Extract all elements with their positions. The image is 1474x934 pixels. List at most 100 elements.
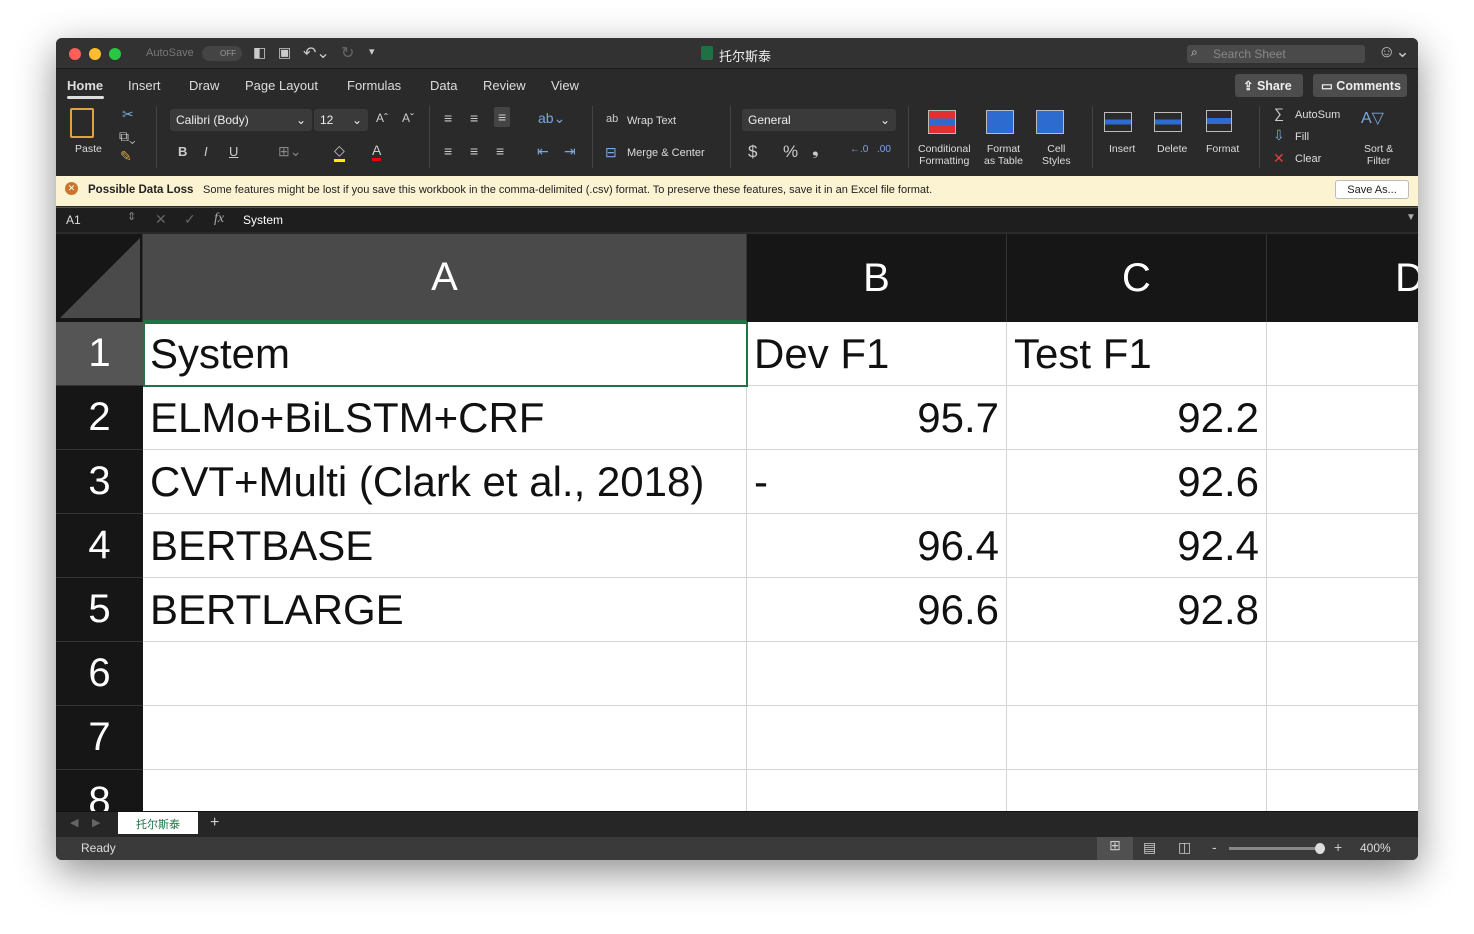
autosave-toggle[interactable]: OFF bbox=[202, 46, 242, 61]
row-header-6[interactable]: 6 bbox=[56, 642, 143, 706]
row-header-8[interactable]: 8 bbox=[56, 770, 143, 811]
tab-formulas[interactable]: Formulas bbox=[347, 78, 401, 93]
insert-cells-icon[interactable] bbox=[1104, 112, 1132, 132]
row-header-3[interactable]: 3 bbox=[56, 450, 143, 514]
tab-page-layout[interactable]: Page Layout bbox=[245, 78, 318, 93]
increase-indent-icon[interactable]: ⇥ bbox=[564, 143, 576, 160]
cell-c3[interactable]: 92.6 bbox=[1007, 450, 1267, 514]
zoom-level[interactable]: 400% bbox=[1360, 841, 1391, 855]
cell-b4[interactable]: 96.4 bbox=[747, 514, 1007, 578]
cell-d1[interactable] bbox=[1267, 322, 1418, 386]
bold-button[interactable]: B bbox=[178, 144, 187, 159]
cell-styles-button[interactable]: Cell Styles bbox=[1042, 143, 1071, 167]
font-name-select[interactable]: Calibri (Body) ⌄ bbox=[170, 109, 312, 131]
cell-c7[interactable] bbox=[1007, 706, 1267, 770]
save-icon[interactable]: ▣ bbox=[278, 44, 291, 61]
cell-a6[interactable] bbox=[143, 642, 747, 706]
align-center-icon[interactable]: ≡ bbox=[470, 143, 478, 159]
column-header-c[interactable]: C bbox=[1007, 234, 1267, 322]
zoom-button[interactable] bbox=[109, 48, 121, 60]
font-size-select[interactable]: 12 ⌄ bbox=[314, 109, 368, 131]
font-color-icon[interactable]: A bbox=[372, 142, 382, 161]
underline-button[interactable]: U bbox=[229, 144, 238, 159]
minimize-button[interactable] bbox=[89, 48, 101, 60]
search-sheet-input[interactable]: ⌕ Search Sheet bbox=[1187, 45, 1365, 63]
italic-button[interactable]: I bbox=[204, 144, 208, 159]
next-sheet-icon[interactable]: ▶ bbox=[92, 816, 100, 829]
sheet-tab-active[interactable]: 托尔斯泰 bbox=[118, 812, 198, 834]
name-box[interactable]: A1 bbox=[66, 213, 81, 227]
sidebar-icon[interactable]: ◧ bbox=[253, 44, 266, 61]
prev-sheet-icon[interactable]: ◀ bbox=[70, 816, 78, 829]
cell-d5[interactable] bbox=[1267, 578, 1418, 642]
cell-b7[interactable] bbox=[747, 706, 1007, 770]
cell-d7[interactable] bbox=[1267, 706, 1418, 770]
sort-filter-icon[interactable]: A▽ bbox=[1361, 108, 1384, 128]
zoom-slider[interactable] bbox=[1229, 843, 1325, 854]
align-top-icon[interactable]: ≡ bbox=[444, 110, 452, 126]
select-all-button[interactable] bbox=[56, 234, 143, 322]
formula-input[interactable]: System bbox=[243, 213, 283, 227]
column-header-d[interactable]: D bbox=[1267, 234, 1418, 322]
close-button[interactable] bbox=[69, 48, 81, 60]
conditional-formatting-button[interactable]: Conditional Formatting bbox=[918, 143, 971, 167]
cell-a2[interactable]: ELMo+BiLSTM+CRF bbox=[143, 386, 747, 450]
fill-button[interactable]: Fill bbox=[1295, 131, 1309, 143]
cell-b5[interactable]: 96.6 bbox=[747, 578, 1007, 642]
row-header-1[interactable]: 1 bbox=[56, 322, 143, 386]
cell-b8[interactable] bbox=[747, 770, 1007, 811]
format-painter-icon[interactable]: ✎ bbox=[120, 148, 132, 165]
cell-a7[interactable] bbox=[143, 706, 747, 770]
cell-c2[interactable]: 92.2 bbox=[1007, 386, 1267, 450]
row-header-2[interactable]: 2 bbox=[56, 386, 143, 450]
enter-icon[interactable]: ✓ bbox=[184, 211, 196, 228]
fill-color-icon[interactable]: ◇ bbox=[334, 142, 345, 162]
sort-filter-button[interactable]: Sort & Filter bbox=[1364, 143, 1393, 167]
decrease-font-icon[interactable]: Aˇ bbox=[402, 111, 414, 125]
cell-d6[interactable] bbox=[1267, 642, 1418, 706]
insert-function-button[interactable]: fx bbox=[214, 211, 224, 227]
cell-d8[interactable] bbox=[1267, 770, 1418, 811]
cell-b2[interactable]: 95.7 bbox=[747, 386, 1007, 450]
paste-icon[interactable] bbox=[70, 108, 94, 138]
worksheet-grid[interactable]: A B C D 1 System Dev F1 Test F1 2 ELMo+BiLSTM… bbox=[56, 234, 1418, 811]
zoom-in-button[interactable]: + bbox=[1334, 839, 1342, 855]
cell-a3[interactable]: CVT+Multi (Clark et al., 2018) bbox=[143, 450, 747, 514]
add-sheet-button[interactable]: + bbox=[210, 814, 219, 832]
zoom-slider-thumb[interactable] bbox=[1315, 843, 1325, 854]
wrap-text-button[interactable]: Wrap Text bbox=[627, 115, 676, 127]
align-middle-icon[interactable]: ≡ bbox=[470, 110, 478, 126]
cell-b1[interactable]: Dev F1 bbox=[747, 322, 1007, 386]
tab-review[interactable]: Review bbox=[483, 78, 526, 93]
cut-icon[interactable]: ✂ bbox=[122, 106, 134, 123]
cell-a5[interactable]: BERTLARGE bbox=[143, 578, 747, 642]
align-left-icon[interactable]: ≡ bbox=[444, 143, 452, 159]
save-as-button[interactable]: Save As... bbox=[1335, 180, 1409, 199]
zoom-out-button[interactable]: - bbox=[1212, 839, 1217, 855]
cell-c6[interactable] bbox=[1007, 642, 1267, 706]
share-button[interactable]: ⇪ Share bbox=[1235, 74, 1303, 97]
delete-cells-button[interactable]: Delete bbox=[1157, 143, 1187, 155]
tab-draw[interactable]: Draw bbox=[189, 78, 219, 93]
undo-icon[interactable]: ↶⌄ bbox=[303, 43, 330, 63]
number-format-select[interactable]: General ⌄ bbox=[742, 109, 896, 131]
tab-data[interactable]: Data bbox=[430, 78, 457, 93]
cell-c8[interactable] bbox=[1007, 770, 1267, 811]
cancel-icon[interactable]: ✕ bbox=[155, 211, 167, 228]
align-right-icon[interactable]: ≡ bbox=[496, 143, 504, 159]
row-header-7[interactable]: 7 bbox=[56, 706, 143, 770]
delete-cells-icon[interactable] bbox=[1154, 112, 1182, 132]
autosum-button[interactable]: AutoSum bbox=[1295, 109, 1340, 121]
normal-view-icon[interactable]: ⊞ bbox=[1097, 837, 1133, 860]
format-cells-button[interactable]: Format bbox=[1206, 143, 1239, 155]
format-as-table-button[interactable]: Format as Table bbox=[984, 143, 1023, 167]
orientation-icon[interactable]: ab⌄ bbox=[538, 110, 565, 127]
cell-b6[interactable] bbox=[747, 642, 1007, 706]
page-layout-view-icon[interactable]: ▤ bbox=[1143, 839, 1156, 856]
row-header-4[interactable]: 4 bbox=[56, 514, 143, 578]
expand-formula-bar-icon[interactable]: ▼ bbox=[1406, 212, 1416, 223]
increase-decimal-icon[interactable]: ←.0 bbox=[850, 144, 868, 155]
decrease-indent-icon[interactable]: ⇤ bbox=[537, 143, 549, 160]
cell-b3[interactable]: - bbox=[747, 450, 1007, 514]
tab-view[interactable]: View bbox=[551, 78, 579, 93]
